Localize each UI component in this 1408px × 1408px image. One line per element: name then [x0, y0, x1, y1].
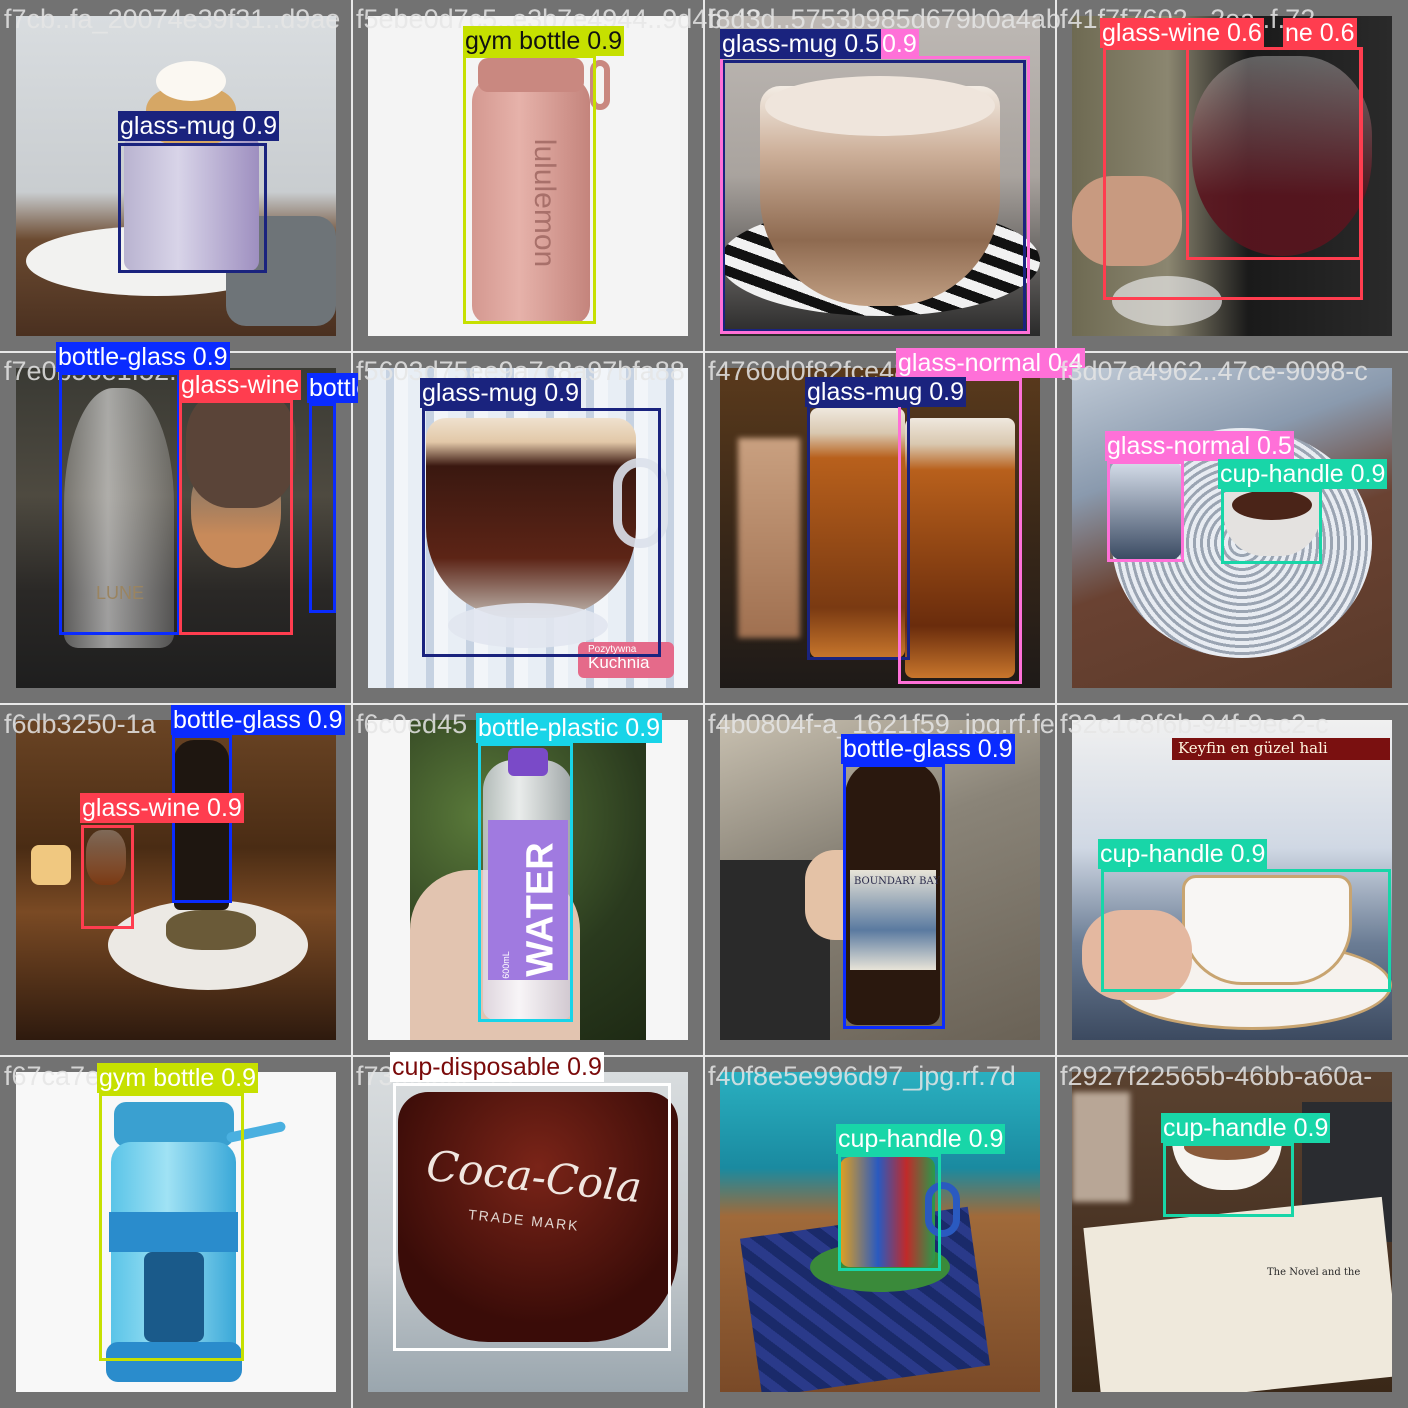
tile-16-label-1: cup-handle 0.9 [1161, 1113, 1331, 1143]
tile-4-label-2: ne 0.6 [1283, 18, 1357, 48]
tile-9-label-2: glass-wine 0.9 [80, 793, 244, 823]
tile-5-label-1: bottle-glass 0.9 [56, 342, 230, 372]
tile-7-label-1: glass-mug 0.9 [805, 377, 967, 407]
tile-5-label-3: bottle-gla [307, 373, 358, 403]
tile-9[interactable] [16, 720, 336, 1040]
candle [31, 845, 71, 885]
tile-13-label-1: gym bottle 0.9 [97, 1063, 259, 1093]
bottle-band [109, 1212, 238, 1252]
coffee-surface [1232, 490, 1312, 520]
tile-11[interactable]: BOUNDARY BAY [720, 720, 1040, 1040]
glass-bottle [64, 388, 174, 648]
open-book [1083, 1196, 1392, 1392]
bottle-cap [478, 58, 584, 92]
tile-15[interactable] [720, 1072, 1040, 1392]
tile-7[interactable] [720, 368, 1040, 688]
small-wine-glass [86, 830, 126, 885]
coffee-cup [1182, 875, 1352, 985]
tile-6-label-1: glass-mug 0.9 [420, 378, 582, 408]
banner-text: Keyfin en güzel hali [1178, 739, 1328, 757]
wine-bowl [1192, 56, 1372, 256]
tile-9-label-1: bottle-glass 0.9 [171, 705, 345, 735]
beer-bottle [174, 740, 229, 910]
bottle-label-text: BOUNDARY BAY [854, 876, 940, 887]
tile-12-label-1: cup-handle 0.9 [1098, 839, 1268, 869]
tile-14[interactable]: Coca-Cola TRADE MARK [368, 1072, 688, 1392]
tile-8-label-1: glass-normal 0.5 [1105, 431, 1294, 461]
blurred-patch [1072, 1092, 1130, 1202]
tile-2-label-1: gym bottle 0.9 [463, 26, 625, 56]
tile-8[interactable] [1072, 368, 1392, 688]
tile-3[interactable] [720, 16, 1040, 336]
hand [1082, 910, 1192, 1000]
person [186, 388, 296, 508]
beer-glass-2 [905, 418, 1015, 678]
watermark-line2: Kuchnia [588, 653, 650, 672]
tile-3-label-1: glass-mug 0.5 [720, 29, 882, 59]
foam-top [765, 76, 995, 136]
tile-15-label-1: cup-handle 0.9 [836, 1124, 1006, 1154]
tile-12[interactable]: Keyfin en güzel hali [1072, 720, 1392, 1040]
bottle-filter [144, 1252, 204, 1342]
hand [1072, 176, 1182, 266]
blurred-patch [738, 438, 800, 638]
bottle-label-text: WATER [519, 842, 562, 977]
tile-10[interactable]: WATER 600mL [368, 720, 688, 1040]
beer-glass-1 [810, 408, 905, 658]
bottle-brand-text: lululemon [528, 138, 562, 268]
tile-13[interactable] [16, 1072, 336, 1392]
tile-6[interactable]: Pozytywna Kuchnia [368, 368, 688, 688]
bottle-cap [508, 748, 548, 776]
tile-4-label-1: glass-wine 0.6 [1100, 18, 1264, 48]
tile-14-label-1: cup-disposable 0.9 [390, 1052, 604, 1082]
grid-divider-h3 [0, 1055, 1408, 1057]
food [166, 910, 256, 950]
whipped-cream [156, 61, 226, 101]
painted-mug [840, 1157, 935, 1267]
bottle-loop [590, 60, 610, 110]
glass-base [1112, 276, 1222, 326]
tile-3-label-2: 0.9 [880, 29, 919, 59]
bottle-volume: 600mL [500, 951, 511, 979]
tile-1[interactable] [16, 16, 336, 336]
tile-1-label-1: glass-mug 0.9 [118, 111, 280, 141]
jar [124, 136, 259, 271]
mug-handle [925, 1182, 960, 1237]
bottle-label: LUNE [96, 583, 145, 603]
coffee-glass-mug [426, 418, 636, 618]
tile-11-label-1: bottle-glass 0.9 [841, 734, 1015, 764]
bottle-lid [114, 1102, 234, 1147]
tile-2[interactable]: lululemon [368, 16, 688, 336]
book-heading: The Novel and the [1267, 1267, 1361, 1278]
tile-4[interactable] [1072, 16, 1392, 336]
tile-5-label-2: glass-wine [179, 370, 302, 400]
tile-10-label-1: bottle-plastic 0.9 [476, 713, 663, 743]
bottle-base [106, 1342, 242, 1382]
water-glass [1110, 460, 1182, 560]
mug-handle [613, 458, 668, 548]
tile-8-label-2: cup-handle 0.9 [1218, 459, 1388, 489]
tile-5[interactable]: LUNE [16, 368, 336, 688]
tile-7-label-2: glass-normal 0.4 [896, 348, 1085, 378]
